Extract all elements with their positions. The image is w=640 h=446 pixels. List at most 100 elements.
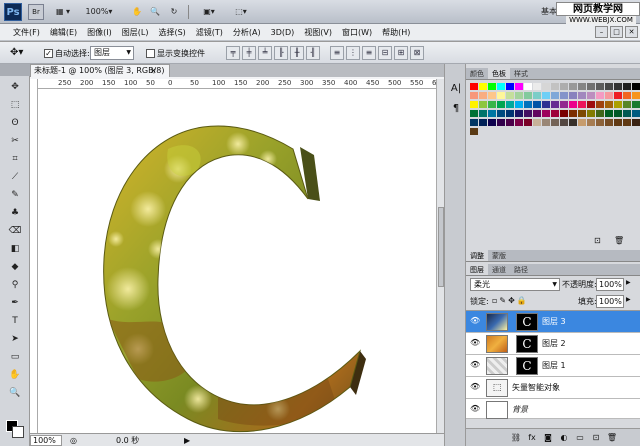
color-swatch[interactable] bbox=[515, 110, 523, 117]
rotate-view-icon[interactable]: ↻ bbox=[166, 4, 182, 20]
menu-item[interactable]: 视图(V) bbox=[299, 25, 337, 40]
color-swatch[interactable] bbox=[551, 101, 559, 108]
move-tool-icon[interactable]: ✥ bbox=[4, 80, 26, 94]
color-swatch[interactable] bbox=[515, 92, 523, 99]
menu-item[interactable]: 分析(A) bbox=[228, 25, 266, 40]
quick-select-tool-icon[interactable]: ✂ bbox=[4, 134, 26, 148]
tab-adjustments[interactable]: 调整 bbox=[466, 250, 488, 261]
new-group-icon[interactable]: ▭ bbox=[574, 432, 586, 444]
color-swatch[interactable] bbox=[533, 101, 541, 108]
blend-mode-dropdown[interactable]: 柔光 ▼ bbox=[470, 278, 560, 291]
color-swatch[interactable] bbox=[596, 83, 604, 90]
color-swatch[interactable] bbox=[596, 110, 604, 117]
color-swatch[interactable] bbox=[479, 119, 487, 126]
auto-select-dropdown[interactable]: 图层 ▼ bbox=[90, 46, 134, 60]
zoom-tool-icon[interactable]: 🔍 bbox=[4, 386, 26, 400]
color-swatch[interactable] bbox=[596, 119, 604, 126]
color-swatch[interactable] bbox=[524, 119, 532, 126]
maximize-button[interactable]: □ bbox=[610, 26, 623, 38]
color-swatch[interactable] bbox=[488, 119, 496, 126]
delete-swatch-icon[interactable]: 🗑 bbox=[614, 236, 624, 245]
color-swatch[interactable] bbox=[623, 119, 631, 126]
eye-icon[interactable]: 👁 bbox=[470, 382, 480, 392]
color-swatch[interactable] bbox=[497, 101, 505, 108]
color-swatch[interactable] bbox=[551, 83, 559, 90]
add-mask-icon[interactable]: ◙ bbox=[542, 432, 554, 444]
color-swatch[interactable] bbox=[506, 101, 514, 108]
vertical-scrollbar[interactable] bbox=[436, 79, 444, 433]
color-swatch[interactable] bbox=[479, 83, 487, 90]
color-swatch[interactable] bbox=[533, 119, 541, 126]
color-swatch[interactable] bbox=[524, 83, 532, 90]
color-swatch[interactable] bbox=[569, 110, 577, 117]
menu-item[interactable]: 3D(D) bbox=[266, 25, 300, 40]
status-menu-arrow-icon[interactable]: ▶ bbox=[184, 435, 190, 446]
layer-style-icon[interactable]: fx bbox=[526, 432, 538, 444]
color-swatch[interactable] bbox=[533, 110, 541, 117]
history-brush-icon[interactable]: ◧ bbox=[4, 242, 26, 256]
brush-tool-icon[interactable]: ♣ bbox=[4, 206, 26, 220]
menu-item[interactable]: 滤镜(T) bbox=[191, 25, 228, 40]
color-swatch[interactable] bbox=[524, 110, 532, 117]
show-transform-checkbox[interactable] bbox=[146, 49, 155, 58]
status-zoom-field[interactable]: 100% bbox=[30, 435, 62, 446]
color-swatch[interactable] bbox=[470, 128, 478, 135]
eyedropper-tool-icon[interactable]: ⟋ bbox=[4, 170, 26, 184]
color-swatch[interactable] bbox=[605, 101, 613, 108]
color-swatch[interactable] bbox=[488, 110, 496, 117]
close-tab-icon[interactable]: × bbox=[150, 64, 157, 77]
color-swatch[interactable] bbox=[560, 110, 568, 117]
layer-row[interactable]: 👁 C 图层 2 bbox=[466, 333, 640, 355]
color-swatch[interactable] bbox=[596, 92, 604, 99]
color-swatch[interactable] bbox=[578, 119, 586, 126]
color-swatch[interactable] bbox=[479, 110, 487, 117]
paragraph-panel-icon[interactable]: ¶ bbox=[449, 102, 463, 116]
color-swatch[interactable] bbox=[515, 83, 523, 90]
color-swatch[interactable] bbox=[605, 110, 613, 117]
color-swatch[interactable] bbox=[488, 101, 496, 108]
color-swatch[interactable] bbox=[542, 119, 550, 126]
color-swatch[interactable] bbox=[515, 119, 523, 126]
opacity-slider-arrow-icon[interactable]: ▶ bbox=[626, 279, 631, 286]
menu-item[interactable]: 文件(F) bbox=[8, 25, 45, 40]
color-swatch[interactable] bbox=[614, 83, 622, 90]
tab-swatches[interactable]: 色板 bbox=[488, 68, 510, 79]
opacity-field[interactable]: 100% bbox=[596, 278, 624, 291]
delete-layer-icon[interactable]: 🗑 bbox=[606, 432, 618, 444]
minimize-button[interactable]: – bbox=[595, 26, 608, 38]
color-swatch[interactable] bbox=[569, 119, 577, 126]
color-swatch[interactable] bbox=[632, 119, 640, 126]
color-swatch[interactable] bbox=[578, 110, 586, 117]
menu-item[interactable]: 选择(S) bbox=[153, 25, 190, 40]
shape-tool-icon[interactable]: ▭ bbox=[4, 350, 26, 364]
color-swatch[interactable] bbox=[578, 83, 586, 90]
color-swatch[interactable] bbox=[623, 110, 631, 117]
view-extras-button[interactable]: ▦ ▾ bbox=[50, 4, 76, 20]
color-swatch[interactable] bbox=[470, 119, 478, 126]
color-swatch[interactable] bbox=[533, 92, 541, 99]
color-swatch[interactable] bbox=[614, 119, 622, 126]
color-swatch[interactable] bbox=[632, 110, 640, 117]
color-swatch[interactable] bbox=[470, 92, 478, 99]
color-swatch[interactable] bbox=[587, 83, 595, 90]
layer-row[interactable]: 👁 ⬚ 矢量智能对象 bbox=[466, 377, 640, 399]
color-swatch[interactable] bbox=[542, 92, 550, 99]
tab-color[interactable]: 颜色 bbox=[466, 68, 488, 79]
color-swatch[interactable] bbox=[551, 92, 559, 99]
eye-icon[interactable]: 👁 bbox=[470, 404, 480, 414]
eye-icon[interactable]: 👁 bbox=[470, 316, 480, 326]
tab-masks[interactable]: 蒙版 bbox=[488, 250, 510, 261]
bridge-button[interactable]: Br bbox=[28, 4, 44, 20]
eraser-tool-icon[interactable]: ◆ bbox=[4, 260, 26, 274]
screen-mode-button[interactable]: ⬚▾ bbox=[228, 4, 254, 20]
zoom-tool-icon[interactable]: 🔍 bbox=[148, 4, 162, 20]
hand-tool-icon[interactable]: ✋ bbox=[130, 4, 144, 20]
align-distribute-icon[interactable]: ╪ bbox=[242, 46, 256, 60]
color-swatch[interactable] bbox=[542, 101, 550, 108]
tab-channels[interactable]: 通道 bbox=[488, 264, 510, 275]
healing-brush-icon[interactable]: ✎ bbox=[4, 188, 26, 202]
hand-tool-icon[interactable]: ✋ bbox=[4, 368, 26, 382]
color-swatch[interactable] bbox=[623, 92, 631, 99]
pen-tool-icon[interactable]: ✒ bbox=[4, 296, 26, 310]
color-swatch[interactable] bbox=[623, 83, 631, 90]
